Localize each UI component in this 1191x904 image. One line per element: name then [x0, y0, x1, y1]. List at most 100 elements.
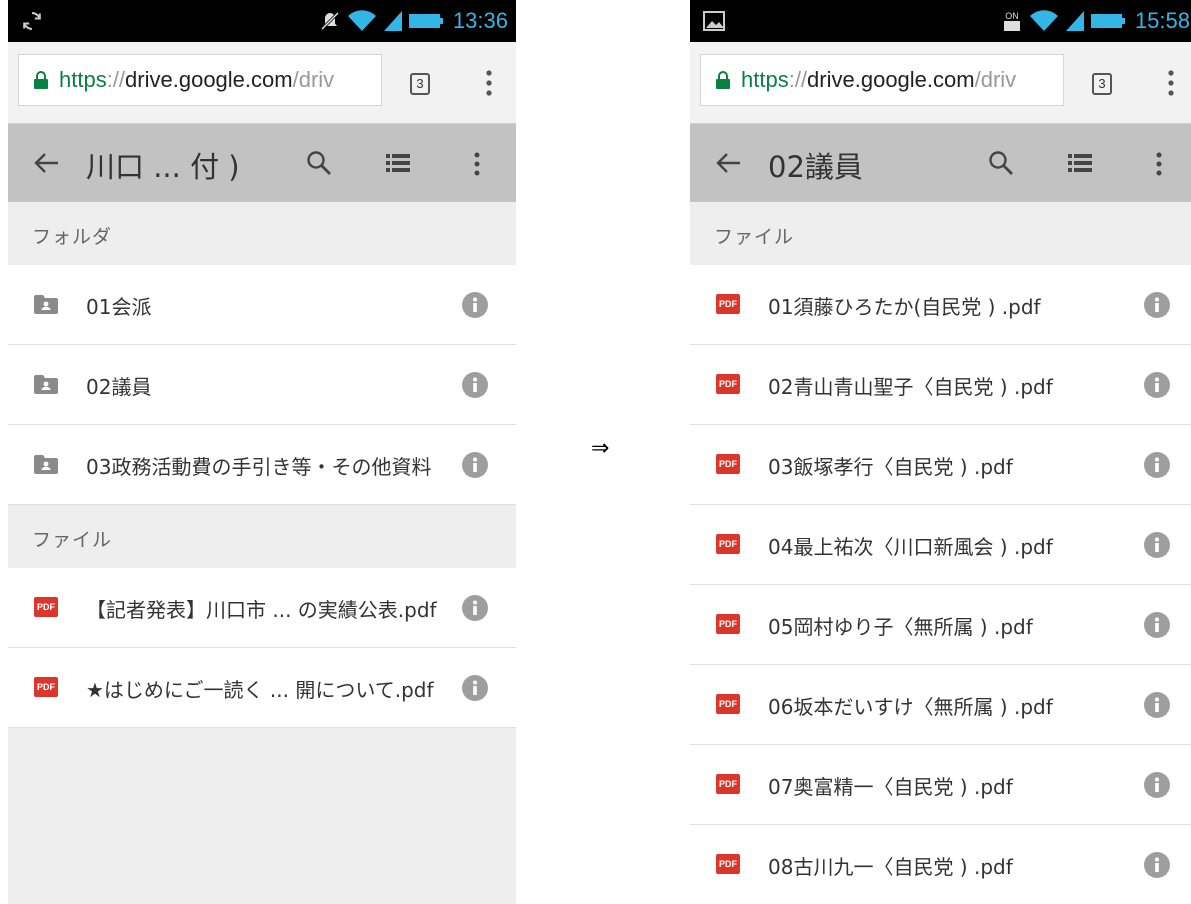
info-icon[interactable]: [1144, 772, 1170, 798]
browser-menu-icon[interactable]: [1168, 70, 1174, 96]
search-icon[interactable]: [988, 150, 1014, 176]
search-icon[interactable]: [306, 150, 332, 176]
file-row[interactable]: PDF 05岡村ゆり子〈無所属 ) .pdf: [690, 585, 1191, 665]
url-bar[interactable]: https://drive.google.com/driv: [700, 54, 1064, 106]
pdf-file-icon: PDF: [716, 374, 740, 394]
status-bar: 13:36: [8, 0, 516, 42]
info-icon[interactable]: [462, 595, 488, 621]
shared-folder-icon: [34, 455, 58, 474]
wifi-icon: [1029, 10, 1058, 32]
back-arrow-icon[interactable]: [714, 149, 742, 177]
url-text: https://drive.google.com/driv: [59, 67, 335, 92]
file-name: 08古川九一〈自民党 ) .pdf: [768, 855, 1013, 879]
url-text: https://drive.google.com/driv: [741, 67, 1017, 92]
pdf-file-icon: PDF: [716, 534, 740, 554]
file-name: 07奥富精一〈自民党 ) .pdf: [768, 775, 1013, 799]
more-options-icon[interactable]: [1156, 152, 1162, 176]
list-view-icon[interactable]: [386, 154, 410, 172]
browser-toolbar: https://drive.google.com/driv 3: [690, 42, 1191, 124]
file-name: 06坂本だいすけ〈無所属 ) .pdf: [768, 695, 1053, 719]
folder-title: 02議員: [768, 150, 863, 184]
section-label: フォルダ: [32, 226, 113, 248]
pdf-file-icon: PDF: [716, 614, 740, 634]
pdf-file-icon: PDF: [716, 454, 740, 474]
file-name: ★はじめにご一読く ... 開について.pdf: [86, 678, 434, 702]
lock-icon: [34, 71, 48, 89]
status-time: 15:58: [1134, 8, 1190, 33]
drive-app-bar: 02議員: [690, 124, 1191, 202]
url-bar[interactable]: https://drive.google.com/driv: [18, 54, 382, 106]
pdf-file-icon: PDF: [716, 854, 740, 874]
shared-folder-icon: [34, 295, 58, 314]
list-view-icon[interactable]: [1068, 154, 1092, 172]
folder-name: 02議員: [86, 375, 152, 399]
battery-icon: [1090, 14, 1125, 28]
shared-folder-icon: [34, 375, 58, 394]
info-icon[interactable]: [1144, 292, 1170, 318]
tab-switcher-button[interactable]: 3: [410, 73, 430, 95]
file-row[interactable]: PDF 04最上祐次〈川口新風会 ) .pdf: [690, 505, 1191, 585]
file-name: 05岡村ゆり子〈無所属 ) .pdf: [768, 615, 1033, 639]
info-icon[interactable]: [462, 452, 488, 478]
section-label: ファイル: [32, 529, 113, 551]
folder-name: 03政務活動費の手引き等・その他資料: [86, 455, 432, 479]
phone-screen-left: 13:36 https://drive.google.com/driv 3 川口…: [8, 0, 516, 904]
file-row[interactable]: PDF ★はじめにご一読く ... 開について.pdf: [8, 648, 516, 728]
sync-icon: [23, 12, 41, 30]
lock-icon: [716, 71, 730, 89]
info-icon[interactable]: [1144, 692, 1170, 718]
info-icon[interactable]: [462, 292, 488, 318]
file-row[interactable]: PDF 07奥富精一〈自民党 ) .pdf: [690, 745, 1191, 825]
info-icon[interactable]: [1144, 372, 1170, 398]
pdf-file-icon: PDF: [716, 774, 740, 794]
folder-row[interactable]: 01会派: [8, 265, 516, 345]
phone-screen-right: ON 15:58 https://drive.google.com/driv 3…: [690, 0, 1191, 904]
pdf-file-icon: PDF: [716, 294, 740, 314]
signal-icon: [383, 11, 402, 31]
transition-arrow: ⇒: [591, 436, 610, 461]
info-icon[interactable]: [1144, 452, 1170, 478]
mute-icon: [320, 11, 339, 31]
svg-text:ON: ON: [1005, 11, 1019, 21]
file-row[interactable]: PDF 【記者発表】川口市 ... の実績公表.pdf: [8, 568, 516, 648]
tab-switcher-button[interactable]: 3: [1092, 73, 1112, 95]
pdf-file-icon: PDF: [34, 677, 58, 697]
files-section-header: ファイル: [8, 505, 516, 568]
file-name: 01須藤ひろたか(自民党 ) .pdf: [768, 295, 1041, 319]
folder-row[interactable]: 02議員: [8, 345, 516, 425]
browser-menu-icon[interactable]: [486, 70, 492, 96]
drive-app-bar: 川口 ... 付 ): [8, 124, 516, 202]
section-label: ファイル: [714, 226, 795, 248]
image-notification-icon: [703, 11, 725, 31]
file-name: 03飯塚孝行〈自民党 ) .pdf: [768, 455, 1013, 479]
pdf-file-icon: PDF: [34, 597, 58, 617]
info-icon[interactable]: [1144, 612, 1170, 638]
info-icon[interactable]: [1144, 852, 1170, 878]
wifi-icon: [347, 10, 376, 32]
browser-toolbar: https://drive.google.com/driv 3: [8, 42, 516, 124]
status-bar: ON 15:58: [690, 0, 1191, 42]
signal-icon: [1065, 11, 1084, 31]
files-section-header: ファイル: [690, 202, 1191, 265]
info-icon[interactable]: [1144, 532, 1170, 558]
folders-section-header: フォルダ: [8, 202, 516, 265]
battery-icon: [408, 14, 443, 28]
file-name: 02青山青山聖子〈自民党 ) .pdf: [768, 375, 1053, 399]
nfc-on-icon: ON: [1003, 11, 1020, 31]
info-icon[interactable]: [462, 675, 488, 701]
file-row[interactable]: PDF 02青山青山聖子〈自民党 ) .pdf: [690, 345, 1191, 425]
status-time: 13:36: [452, 8, 508, 33]
file-row[interactable]: PDF 03飯塚孝行〈自民党 ) .pdf: [690, 425, 1191, 505]
folder-title: 川口 ... 付 ): [86, 150, 240, 184]
file-row[interactable]: PDF 08古川九一〈自民党 ) .pdf: [690, 825, 1191, 904]
folder-name: 01会派: [86, 295, 152, 319]
back-arrow-icon[interactable]: [32, 149, 60, 177]
info-icon[interactable]: [462, 372, 488, 398]
pdf-file-icon: PDF: [716, 694, 740, 714]
file-row[interactable]: PDF 01須藤ひろたか(自民党 ) .pdf: [690, 265, 1191, 345]
file-name: 04最上祐次〈川口新風会 ) .pdf: [768, 535, 1053, 559]
file-name: 【記者発表】川口市 ... の実績公表.pdf: [86, 598, 437, 622]
file-row[interactable]: PDF 06坂本だいすけ〈無所属 ) .pdf: [690, 665, 1191, 745]
folder-row[interactable]: 03政務活動費の手引き等・その他資料: [8, 425, 516, 505]
more-options-icon[interactable]: [474, 152, 480, 176]
